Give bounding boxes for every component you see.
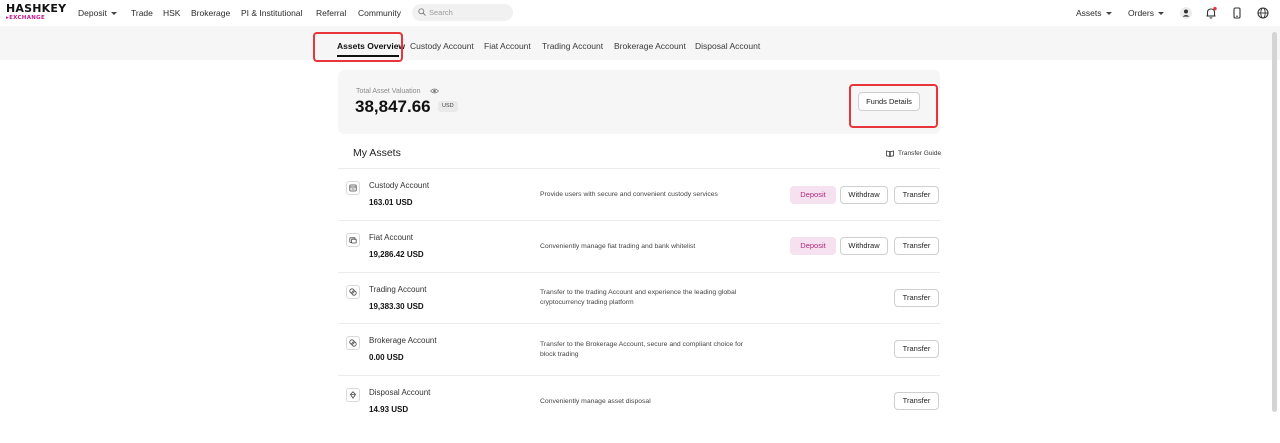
tab-trading-account[interactable]: Trading Account [542,40,603,52]
account-name: Custody Account [369,181,430,190]
account-description: Conveniently manage asset disposal [540,398,651,405]
nav-brokerage[interactable]: Brokerage [191,7,230,19]
account-name: Brokerage Account [369,336,437,345]
valuation-currency-badge: USD [438,101,458,112]
transfer-button[interactable]: Transfer [894,186,939,204]
eye-icon[interactable] [430,87,439,95]
bell-icon[interactable] [1204,6,1218,20]
account-row-trading: Trading Account 19,383.30 USD Transfer t… [338,273,940,324]
account-row-disposal: Disposal Account 14.93 USD Conveniently … [338,376,940,427]
nav-trade[interactable]: Trade [131,7,153,19]
orders-menu[interactable]: Orders [1128,7,1164,19]
account-row-brokerage: Brokerage Account 0.00 USD Transfer to t… [338,324,940,375]
chevron-down-icon [1105,12,1112,15]
nav-deposit[interactable]: Deposit [78,7,117,19]
trading-account-icon [346,285,360,299]
account-description: Transfer to the trading Account and expe… [540,289,737,306]
transfer-button[interactable]: Transfer [894,289,939,307]
valuation-label: Total Asset Valuation [356,88,421,95]
transfer-button[interactable]: Transfer [894,392,939,410]
scrollbar-thumb[interactable] [1272,32,1277,412]
nav-community[interactable]: Community [358,7,401,19]
transfer-guide-link[interactable]: Transfer Guide [886,149,941,158]
transfer-button[interactable]: Transfer [894,237,939,255]
tab-custody-account[interactable]: Custody Account [410,40,474,52]
transfer-button[interactable]: Transfer [894,340,939,358]
user-icon[interactable] [1179,6,1193,20]
hashkey-logo[interactable]: HASHKEY ▸EXCHANGE [6,3,66,23]
nav-hsk[interactable]: HSK [163,7,180,19]
phone-icon[interactable] [1230,6,1244,20]
highlight-box-funds-details [849,84,938,128]
account-balance: 0.00 USD [369,353,404,362]
logo-subtitle: ▸EXCHANGE [6,15,46,21]
nav-referral[interactable]: Referral [316,7,346,19]
account-row-custody: Custody Account 163.01 USD Provide users… [338,169,940,220]
valuation-amount: 38,847.66 [355,97,431,116]
deposit-button[interactable]: Deposit [790,237,836,255]
logo-wordmark: HASHKEY [6,2,67,15]
tab-disposal-account[interactable]: Disposal Account [695,40,760,52]
chevron-down-icon [1157,12,1164,15]
search-input[interactable]: Search [412,4,513,21]
account-balance: 14.93 USD [369,405,409,414]
account-description: Transfer to the Brokerage Account, secur… [540,341,744,358]
chevron-down-icon [110,12,117,15]
account-balance: 19,286.42 USD [369,250,424,259]
disposal-account-icon [346,388,360,402]
withdraw-button[interactable]: Withdraw [840,186,888,204]
book-icon [886,150,894,157]
search-placeholder: Search [429,8,453,17]
tab-brokerage-account[interactable]: Brokerage Account [614,40,686,52]
my-assets-title: My Assets [353,147,401,159]
account-balance: 163.01 USD [369,198,413,207]
notification-dot [1213,6,1217,11]
deposit-button[interactable]: Deposit [790,186,836,204]
account-name: Disposal Account [369,388,431,397]
fiat-account-icon [346,233,360,247]
scrollbar[interactable] [1271,30,1278,414]
search-icon [418,8,426,16]
account-row-fiat: Fiat Account 19,286.42 USD Conveniently … [338,221,940,272]
highlight-box-assets-overview [313,32,403,62]
withdraw-button[interactable]: Withdraw [840,237,888,255]
assets-menu[interactable]: Assets [1076,7,1112,19]
tab-fiat-account[interactable]: Fiat Account [484,40,531,52]
account-description: Provide users with secure and convenient… [540,191,718,198]
account-description: Conveniently manage fiat trading and ban… [540,243,696,250]
account-name: Trading Account [369,285,427,294]
brokerage-account-icon [346,336,360,350]
top-navigation-bar: HASHKEY ▸EXCHANGE Deposit Trade HSK Brok… [0,0,1280,26]
nav-pi-institutional[interactable]: PI & Institutional [241,7,302,19]
account-name: Fiat Account [369,233,414,242]
globe-icon[interactable] [1256,6,1270,20]
custody-account-icon [346,181,360,195]
account-balance: 19,383.30 USD [369,302,424,311]
account-tab-bar: Assets Overview Custody Account Fiat Acc… [0,26,1280,60]
